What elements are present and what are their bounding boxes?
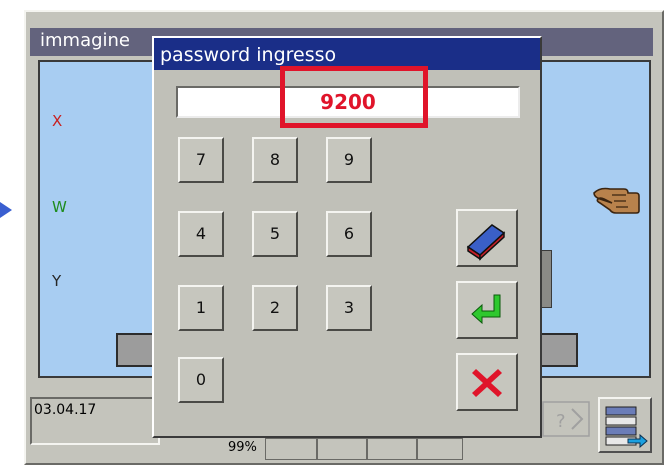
status-segment	[265, 438, 317, 460]
key-3[interactable]: 3	[326, 285, 372, 331]
network-button[interactable]	[598, 397, 652, 453]
key-7[interactable]: 7	[178, 137, 224, 183]
date-text: 03.04.17	[34, 402, 97, 418]
key-2[interactable]: 2	[252, 285, 298, 331]
key-0[interactable]: 0	[178, 357, 224, 403]
hand-icon	[593, 187, 640, 214]
clear-button[interactable]	[456, 209, 518, 267]
status-segment	[417, 438, 463, 460]
status-segment	[317, 438, 367, 460]
network-icon	[605, 406, 648, 449]
background-window-title: immagine	[40, 30, 131, 51]
key-4[interactable]: 4	[178, 211, 224, 257]
axis-label-y: Y	[52, 272, 62, 290]
background-field-left	[116, 333, 156, 367]
axis-label-x: X	[52, 112, 63, 130]
axis-label-w: W	[52, 198, 67, 216]
dialog-title: password ingresso	[160, 44, 337, 66]
side-arrow-icon	[0, 202, 12, 218]
highlight-frame	[280, 66, 428, 128]
enter-arrow-icon	[471, 294, 501, 325]
status-segment	[367, 438, 417, 460]
key-6[interactable]: 6	[326, 211, 372, 257]
svg-text:?: ?	[556, 411, 566, 432]
enter-button[interactable]	[456, 281, 518, 339]
help-icon[interactable]: ?	[542, 401, 590, 437]
key-8[interactable]: 8	[252, 137, 298, 183]
cancel-x-icon	[472, 369, 502, 397]
key-9[interactable]: 9	[326, 137, 372, 183]
eraser-icon	[466, 224, 506, 261]
percent-readout: 99%	[228, 440, 257, 455]
cancel-button[interactable]	[456, 353, 518, 411]
key-5[interactable]: 5	[252, 211, 298, 257]
key-1[interactable]: 1	[178, 285, 224, 331]
